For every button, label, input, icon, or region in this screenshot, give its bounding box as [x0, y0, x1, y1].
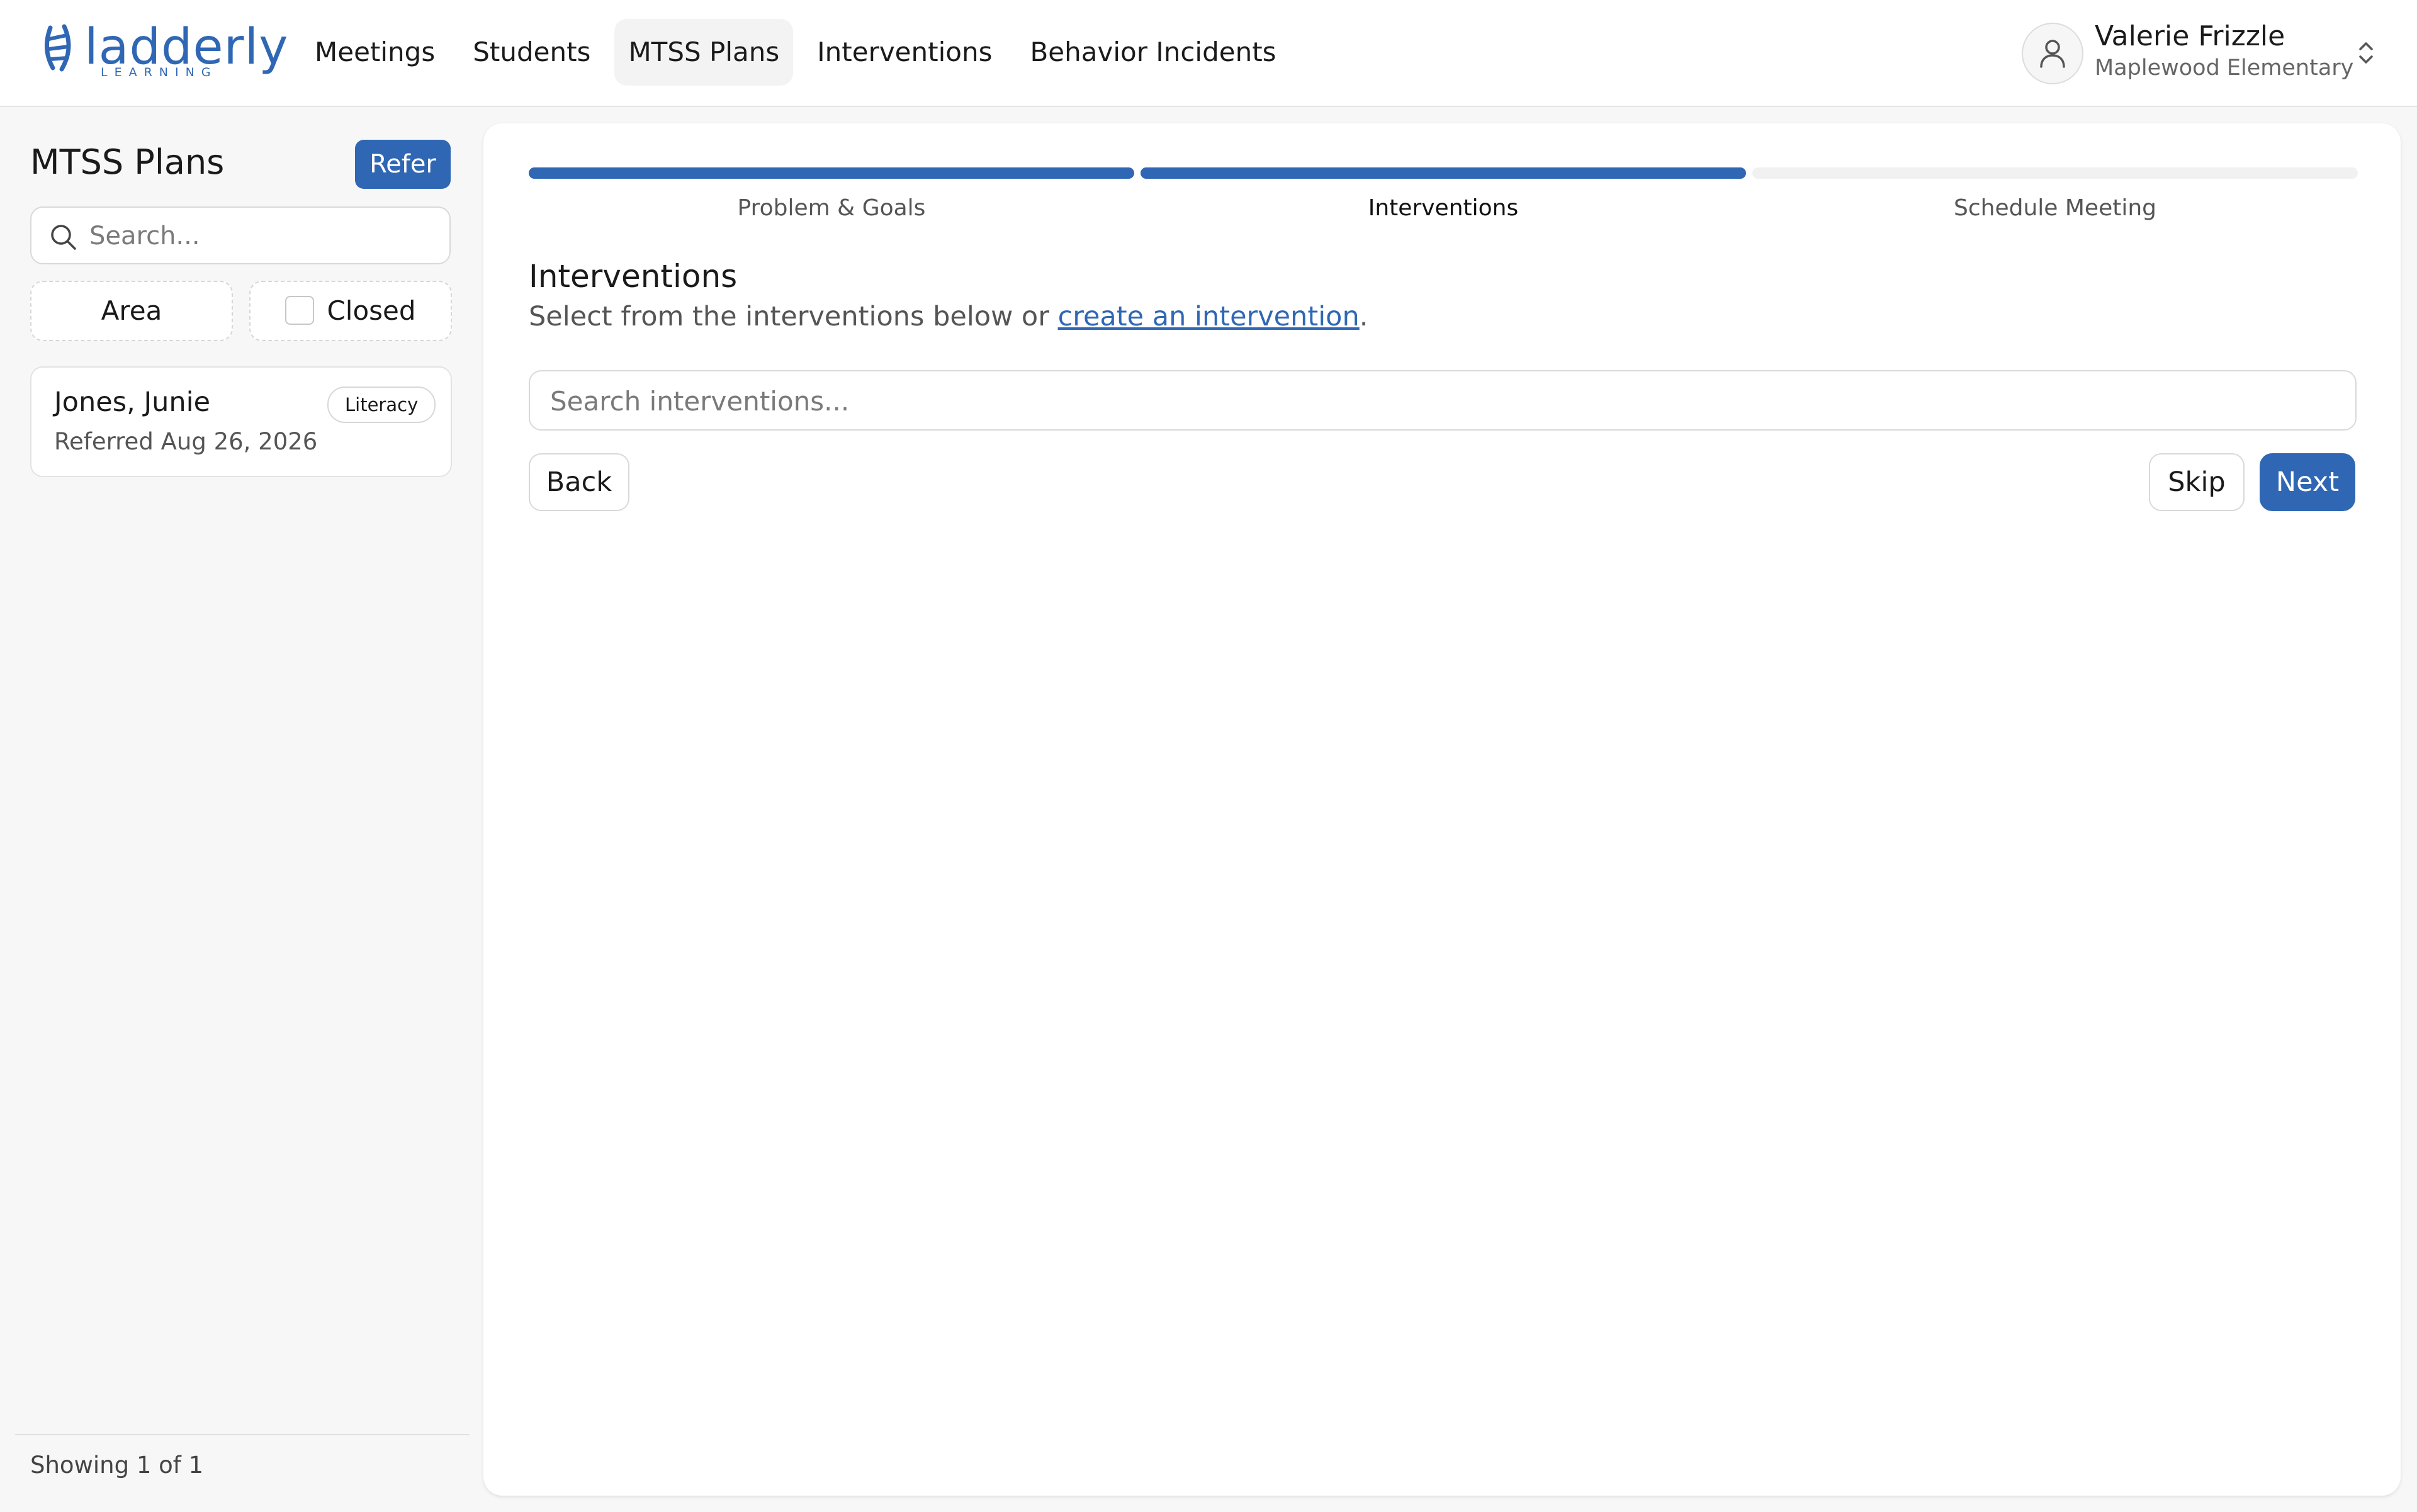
sidebar: MTSS Plans Refer Area Closed Jones, Juni… — [0, 107, 470, 1511]
skip-button[interactable]: Skip — [2149, 453, 2245, 511]
plan-referred-date: Referred Aug 26, 2026 — [54, 428, 318, 455]
description-prefix: Select from the interventions below or — [529, 301, 1058, 332]
nav-students[interactable]: Students — [459, 19, 604, 86]
nav-interventions[interactable]: Interventions — [803, 19, 1006, 86]
nav-mtss-plans[interactable]: MTSS Plans — [614, 19, 794, 86]
avatar — [2022, 23, 2083, 84]
main-nav: Meetings Students MTSS Plans Interventio… — [301, 19, 1300, 86]
user-name: Valerie Frizzle — [2095, 20, 2285, 52]
results-count: Showing 1 of 1 — [30, 1452, 204, 1479]
top-bar: ladderly LEARNING Meetings Students MTSS… — [0, 0, 2417, 107]
sidebar-footer: Showing 1 of 1 — [15, 1434, 470, 1512]
back-button[interactable]: Back — [529, 453, 629, 511]
step-progress-problem-goals — [529, 167, 1134, 179]
user-icon — [2040, 40, 2065, 68]
plan-wizard-panel: Problem & Goals Interventions Schedule M… — [483, 123, 2401, 1496]
plan-search-input[interactable] — [88, 214, 437, 258]
sidebar-title: MTSS Plans — [30, 142, 225, 182]
description-suffix: . — [1359, 301, 1368, 332]
area-filter-button[interactable]: Area — [30, 281, 233, 341]
nav-meetings[interactable]: Meetings — [301, 19, 449, 86]
intervention-search[interactable] — [529, 370, 2357, 431]
search-icon — [51, 225, 76, 250]
section-description: Select from the interventions below or c… — [529, 301, 1368, 332]
logo-subtext: LEARNING — [101, 65, 218, 79]
closed-checkbox[interactable] — [285, 295, 315, 325]
nav-behavior-incidents[interactable]: Behavior Incidents — [1016, 19, 1290, 86]
step-label-interventions[interactable]: Interventions — [1141, 195, 1746, 221]
closed-filter-label: Closed — [327, 295, 416, 326]
section-title: Interventions — [529, 258, 738, 295]
closed-filter-toggle[interactable]: Closed — [249, 281, 452, 341]
ladderly-logo[interactable]: ladderly LEARNING — [43, 19, 288, 82]
intervention-search-input[interactable] — [549, 379, 2339, 423]
plan-search[interactable] — [30, 206, 451, 264]
step-progress-interventions — [1141, 167, 1746, 179]
create-intervention-link[interactable]: create an intervention — [1058, 301, 1360, 332]
next-button[interactable]: Next — [2260, 453, 2355, 511]
user-school: Maplewood Elementary — [2095, 55, 2354, 81]
step-label-schedule-meeting[interactable]: Schedule Meeting — [1752, 195, 2358, 221]
area-badge: Literacy — [327, 386, 436, 423]
user-menu[interactable]: Valerie Frizzle Maplewood Elementary — [2022, 20, 2399, 86]
chevron-up-down-icon[interactable] — [2357, 39, 2375, 67]
step-label-problem-goals[interactable]: Problem & Goals — [529, 195, 1134, 221]
ladder-icon — [44, 24, 71, 72]
refer-button[interactable]: Refer — [355, 140, 451, 189]
step-progress-schedule-meeting — [1752, 167, 2358, 179]
plan-student-name: Jones, Junie — [54, 386, 211, 418]
plan-list-item[interactable]: Jones, Junie Literacy Referred Aug 26, 2… — [30, 366, 452, 477]
